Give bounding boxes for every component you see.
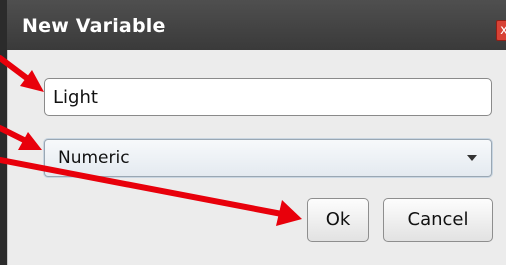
ok-button[interactable]: Ok — [307, 198, 369, 242]
variable-name-input[interactable] — [44, 78, 492, 116]
variable-type-select[interactable]: Numeric — [44, 139, 492, 177]
close-icon: x — [500, 23, 506, 38]
dialog-left-border — [0, 0, 7, 265]
dialog-title: New Variable — [22, 15, 166, 37]
variable-type-selected: Numeric — [58, 148, 130, 168]
cancel-button[interactable]: Cancel — [383, 198, 493, 242]
close-button[interactable]: x — [496, 20, 506, 41]
new-variable-dialog: New Variable x Numeric Ok Cancel — [0, 0, 506, 265]
dialog-titlebar[interactable]: New Variable x — [0, 0, 506, 50]
chevron-down-icon — [467, 155, 477, 161]
